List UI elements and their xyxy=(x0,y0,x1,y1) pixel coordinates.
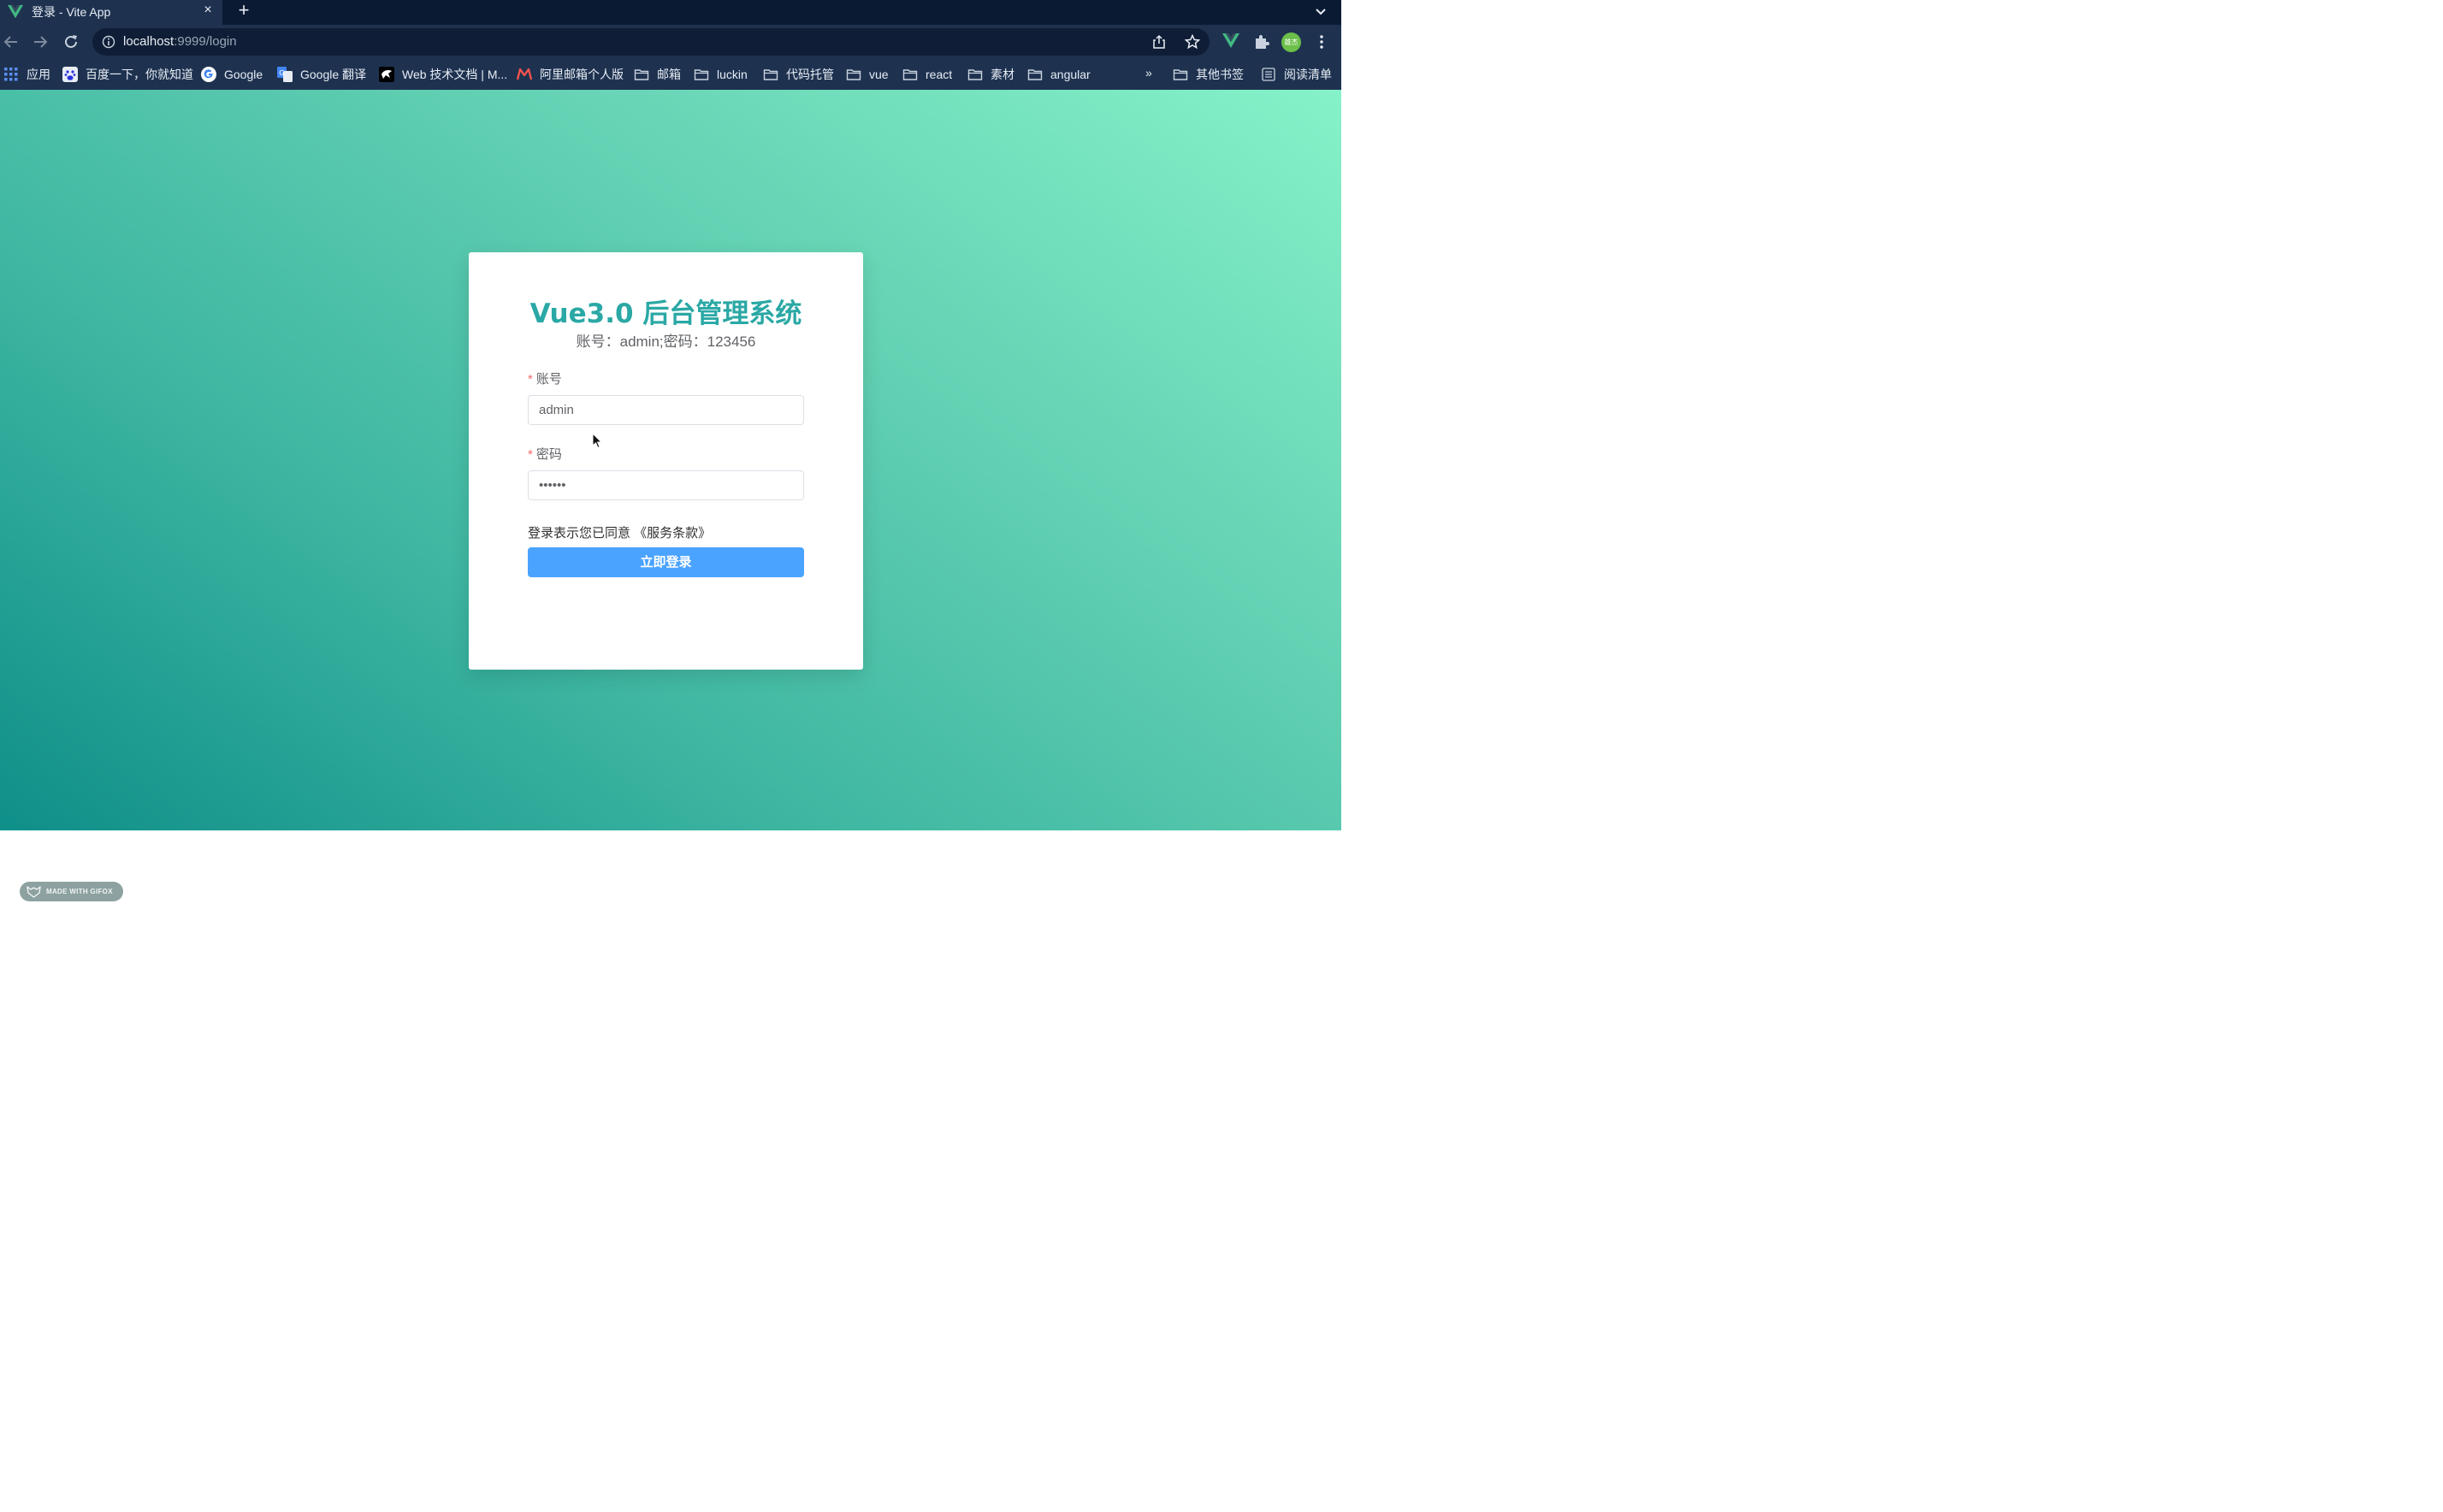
more-menu-icon[interactable] xyxy=(1315,33,1328,50)
account-field-label: * 账号 xyxy=(528,369,562,387)
password-label-text: 密码 xyxy=(535,447,562,462)
browser-tab-bar: 登录 - Vite App × + xyxy=(0,0,1341,25)
bookmark-label: Google 翻译 xyxy=(300,68,367,81)
bookmark-label: Google xyxy=(224,68,263,81)
login-title: Vue3.0 后台管理系统 xyxy=(529,298,802,329)
bookmark-label: vue xyxy=(869,68,889,81)
tab-search-chevron-icon[interactable] xyxy=(1312,3,1329,20)
account-label-text: 账号 xyxy=(535,372,562,387)
gifox-logo-icon xyxy=(27,885,41,898)
required-mark: * xyxy=(528,372,533,387)
folder-icon xyxy=(1027,69,1043,80)
watermark-text: MADE WITH GIFOX xyxy=(46,888,113,895)
bookmark-label: 代码托管 xyxy=(786,68,834,81)
bookmark-other-bookmarks[interactable]: 其他书签 xyxy=(1173,66,1244,83)
baidu-icon xyxy=(62,67,78,82)
account-input[interactable] xyxy=(528,395,804,425)
browser-tab[interactable]: 登录 - Vite App × xyxy=(0,0,222,25)
vue-logo-icon xyxy=(8,4,23,19)
profile-avatar[interactable]: 雄杰 xyxy=(1281,32,1301,52)
google-translate-icon: G xyxy=(277,67,293,82)
bookmark-star-icon[interactable] xyxy=(1185,34,1200,50)
bookmark-folder-react[interactable]: react xyxy=(902,66,952,83)
folder-icon xyxy=(763,69,778,80)
password-input[interactable] xyxy=(528,470,804,500)
reload-icon[interactable] xyxy=(62,32,80,51)
bookmark-folder-mail[interactable]: 邮箱 xyxy=(634,66,681,83)
bookmark-apps[interactable]: 应用 xyxy=(3,66,50,83)
tab-close-icon[interactable]: × xyxy=(200,3,216,18)
bookmark-baidu[interactable]: 百度一下，你就知道 xyxy=(62,66,193,83)
login-page-background: Vue3.0 后台管理系统 账号：admin;密码：123456 *账号 *密码… xyxy=(0,90,1341,901)
bookmark-label: 邮箱 xyxy=(657,68,681,81)
folder-icon xyxy=(967,69,983,80)
bookmark-folder-luckin[interactable]: luckin xyxy=(694,66,748,83)
site-info-icon[interactable] xyxy=(102,35,115,49)
bookmark-label: luckin xyxy=(717,68,748,81)
bookmark-label: 素材 xyxy=(991,68,1014,81)
password-field-label: * 密码 xyxy=(528,445,562,463)
vue-devtools-extension-icon[interactable] xyxy=(1222,33,1239,49)
browser-toolbar: localhost:9999/login 雄杰 xyxy=(0,25,1341,59)
extensions-puzzle-icon[interactable] xyxy=(1253,33,1270,50)
google-icon xyxy=(201,67,216,82)
bookmark-label: 百度一下，你就知道 xyxy=(86,68,193,81)
svg-text:G: G xyxy=(279,69,284,77)
bookmark-folder-vue[interactable]: vue xyxy=(846,66,889,83)
credentials-hint: 账号：admin;密码：123456 xyxy=(576,334,756,350)
bookmark-label: react xyxy=(926,68,953,81)
mdn-icon xyxy=(379,67,394,82)
share-icon[interactable] xyxy=(1151,34,1167,50)
folder-icon xyxy=(1173,69,1188,80)
required-mark: * xyxy=(528,447,533,462)
bookmarks-overflow-chevron[interactable]: » xyxy=(1145,66,1152,80)
url-path: :9999/login xyxy=(174,34,237,49)
bookmark-label: angular xyxy=(1050,68,1091,81)
folder-icon xyxy=(694,69,709,80)
address-url[interactable]: localhost:9999/login xyxy=(123,34,237,49)
url-host: localhost xyxy=(123,34,174,49)
back-arrow-icon[interactable] xyxy=(2,32,21,51)
bookmark-google-translate[interactable]: G Google 翻译 xyxy=(277,66,366,83)
new-tab-icon[interactable]: + xyxy=(234,1,253,21)
login-card: Vue3.0 后台管理系统 账号：admin;密码：123456 *账号 *密码… xyxy=(469,252,863,670)
folder-icon xyxy=(634,69,649,80)
bookmark-label: 其他书签 xyxy=(1196,68,1244,81)
bookmark-ali-mail[interactable]: 阿里邮箱个人版 xyxy=(517,66,624,83)
bookmark-label: 阿里邮箱个人版 xyxy=(540,68,624,81)
bookmark-folder-code[interactable]: 代码托管 xyxy=(763,66,834,83)
bookmark-label: 阅读清单 xyxy=(1284,68,1332,81)
forward-arrow-icon[interactable] xyxy=(31,32,50,51)
address-bar[interactable]: localhost:9999/login xyxy=(92,28,1210,56)
bookmark-label: 应用 xyxy=(27,68,50,81)
folder-icon xyxy=(846,69,861,80)
folder-icon xyxy=(902,69,918,80)
reading-list-button[interactable]: 阅读清单 xyxy=(1261,66,1332,83)
tab-title: 登录 - Vite App xyxy=(32,5,111,19)
mouse-pointer-icon xyxy=(592,433,602,449)
login-submit-button[interactable]: 立即登录 xyxy=(528,547,804,577)
bookmarks-bar: 应用 百度一下，你就知道 Google G Google 翻译 Web 技术文档… xyxy=(0,59,1341,90)
bookmark-label: Web 技术文档 | M... xyxy=(402,68,508,81)
bookmark-folder-angular[interactable]: angular xyxy=(1027,66,1091,83)
bookmark-google[interactable]: Google xyxy=(201,66,263,83)
bookmark-mdn[interactable]: Web 技术文档 | M... xyxy=(379,66,507,83)
terms-of-service-text[interactable]: 登录表示您已同意 《服务条款》 xyxy=(528,523,711,541)
apps-grid-icon xyxy=(4,68,18,81)
bookmark-folder-assets[interactable]: 素材 xyxy=(967,66,1014,83)
gifox-watermark: MADE WITH GIFOX xyxy=(20,882,123,901)
reading-list-icon xyxy=(1262,68,1275,81)
ali-mail-icon xyxy=(517,68,532,80)
